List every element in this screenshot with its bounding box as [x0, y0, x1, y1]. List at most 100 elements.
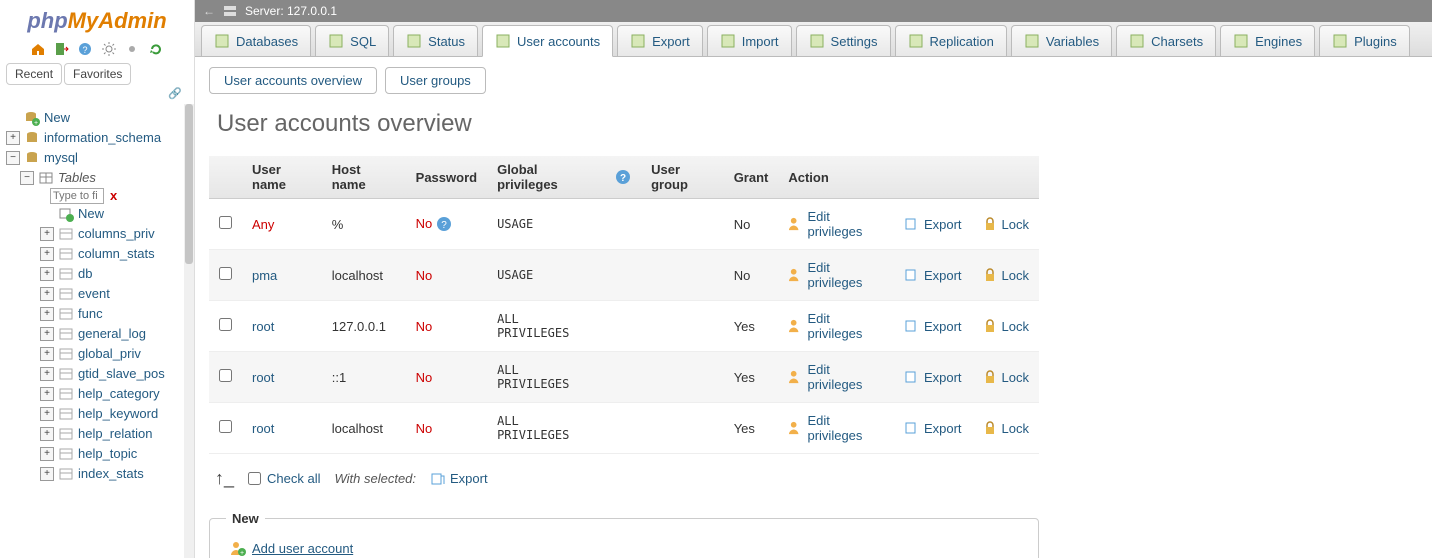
tree-table-help_category[interactable]: help_category — [78, 386, 160, 401]
tab-engines[interactable]: Engines — [1220, 25, 1315, 56]
tab-import[interactable]: Import — [707, 25, 792, 56]
tree-table-index_stats[interactable]: index_stats — [78, 466, 144, 481]
check-all-checkbox[interactable] — [248, 472, 261, 485]
export-button[interactable]: Export — [904, 420, 962, 436]
tree-table-func[interactable]: func — [78, 306, 103, 321]
tab-user-accounts[interactable]: User accounts — [482, 25, 613, 57]
tree-table-column_stats[interactable]: column_stats — [78, 246, 155, 261]
expand-icon[interactable]: + — [40, 347, 54, 361]
tree-db-mysql[interactable]: mysql — [44, 150, 78, 165]
tab-charsets[interactable]: Charsets — [1116, 25, 1216, 56]
tab-icon — [720, 33, 736, 49]
subtab-overview[interactable]: User accounts overview — [209, 67, 377, 94]
tree-table-db[interactable]: db — [78, 266, 92, 281]
row-checkbox[interactable] — [219, 216, 232, 229]
tree-table-global_priv[interactable]: global_priv — [78, 346, 141, 361]
user-link[interactable]: Any — [252, 217, 274, 232]
expand-icon[interactable]: + — [40, 247, 54, 261]
expand-icon[interactable]: + — [6, 131, 20, 145]
row-checkbox[interactable] — [219, 318, 232, 331]
tab-settings[interactable]: Settings — [796, 25, 891, 56]
expand-icon[interactable]: + — [40, 367, 54, 381]
user-icon — [788, 216, 803, 232]
user-link[interactable]: root — [252, 319, 274, 334]
export-button[interactable]: Export — [904, 267, 962, 283]
row-checkbox[interactable] — [219, 420, 232, 433]
edit-privileges-button[interactable]: Edit privileges — [788, 362, 884, 392]
logo-my: My — [68, 8, 99, 33]
check-all-label[interactable]: Check all — [267, 471, 320, 486]
tree-table-general_log[interactable]: general_log — [78, 326, 146, 341]
tree-tables-label[interactable]: Tables — [58, 170, 96, 185]
settings-icon[interactable] — [101, 41, 117, 57]
tab-replication[interactable]: Replication — [895, 25, 1007, 56]
tab-status[interactable]: Status — [393, 25, 478, 56]
lock-button[interactable]: Lock — [982, 420, 1029, 436]
clear-filter-icon[interactable]: x — [110, 188, 117, 203]
export-button[interactable]: Export — [904, 216, 962, 232]
sidebar-scrollbar[interactable] — [184, 104, 194, 558]
help-icon[interactable]: ? — [615, 169, 631, 185]
tree-new-db[interactable]: New — [44, 110, 70, 125]
tree-new-table[interactable]: New — [78, 206, 104, 221]
reload-icon[interactable] — [148, 41, 164, 57]
lock-button[interactable]: Lock — [982, 216, 1029, 232]
tree-table-help_relation[interactable]: help_relation — [78, 426, 152, 441]
lock-button[interactable]: Lock — [982, 267, 1029, 283]
export-button[interactable]: Export — [904, 318, 962, 334]
tree-table-help_topic[interactable]: help_topic — [78, 446, 137, 461]
tab-favorites[interactable]: Favorites — [64, 63, 131, 85]
tab-variables[interactable]: Variables — [1011, 25, 1112, 56]
expand-icon[interactable]: + — [40, 307, 54, 321]
lock-button[interactable]: Lock — [982, 369, 1029, 385]
collapse-icon[interactable]: − — [6, 151, 20, 165]
expand-icon[interactable]: + — [40, 407, 54, 421]
docs-icon[interactable]: ? — [77, 41, 93, 57]
help-icon[interactable]: ? — [436, 216, 452, 232]
tab-export[interactable]: Export — [617, 25, 703, 56]
link-icon[interactable]: 🔗 — [0, 87, 194, 104]
expand-icon[interactable]: + — [40, 467, 54, 481]
edit-privileges-button[interactable]: Edit privileges — [788, 209, 884, 239]
tree-table-help_keyword[interactable]: help_keyword — [78, 406, 158, 421]
tab-sql[interactable]: SQL — [315, 25, 389, 56]
back-arrow-icon[interactable]: ← — [203, 4, 215, 18]
expand-icon[interactable]: + — [40, 287, 54, 301]
row-checkbox[interactable] — [219, 369, 232, 382]
tab-icon — [809, 33, 825, 49]
empty-cell — [605, 199, 641, 250]
edit-privileges-button[interactable]: Edit privileges — [788, 260, 884, 290]
export-button[interactable]: Export — [904, 369, 962, 385]
fieldset-legend: New — [226, 511, 265, 526]
user-link[interactable]: root — [252, 370, 274, 385]
tab-recent[interactable]: Recent — [6, 63, 62, 85]
tree-table-gtid_slave_pos[interactable]: gtid_slave_pos — [78, 366, 165, 381]
expand-icon[interactable]: + — [40, 427, 54, 441]
user-link[interactable]: root — [252, 421, 274, 436]
row-checkbox[interactable] — [219, 267, 232, 280]
table-icon — [58, 306, 74, 322]
lock-button[interactable]: Lock — [982, 318, 1029, 334]
subtab-groups[interactable]: User groups — [385, 67, 486, 94]
gear-icon[interactable] — [124, 41, 140, 57]
tab-plugins[interactable]: Plugins — [1319, 25, 1410, 56]
expand-icon[interactable]: + — [40, 267, 54, 281]
tab-icon — [406, 33, 422, 49]
expand-icon[interactable]: + — [40, 327, 54, 341]
tree-db-information-schema[interactable]: information_schema — [44, 130, 161, 145]
tab-databases[interactable]: Databases — [201, 25, 311, 56]
expand-icon[interactable]: + — [40, 227, 54, 241]
logout-icon[interactable] — [54, 41, 70, 57]
edit-privileges-button[interactable]: Edit privileges — [788, 311, 884, 341]
home-icon[interactable] — [30, 41, 46, 57]
expand-icon[interactable]: + — [40, 387, 54, 401]
tree-table-columns_priv[interactable]: columns_priv — [78, 226, 155, 241]
add-user-account-link[interactable]: + Add user account — [230, 540, 353, 558]
user-link[interactable]: pma — [252, 268, 277, 283]
tree-table-event[interactable]: event — [78, 286, 110, 301]
tree-filter-input[interactable] — [50, 188, 104, 204]
collapse-icon[interactable]: − — [20, 171, 34, 185]
footer-export-button[interactable]: Export — [430, 471, 488, 487]
edit-privileges-button[interactable]: Edit privileges — [788, 413, 884, 443]
expand-icon[interactable]: + — [40, 447, 54, 461]
